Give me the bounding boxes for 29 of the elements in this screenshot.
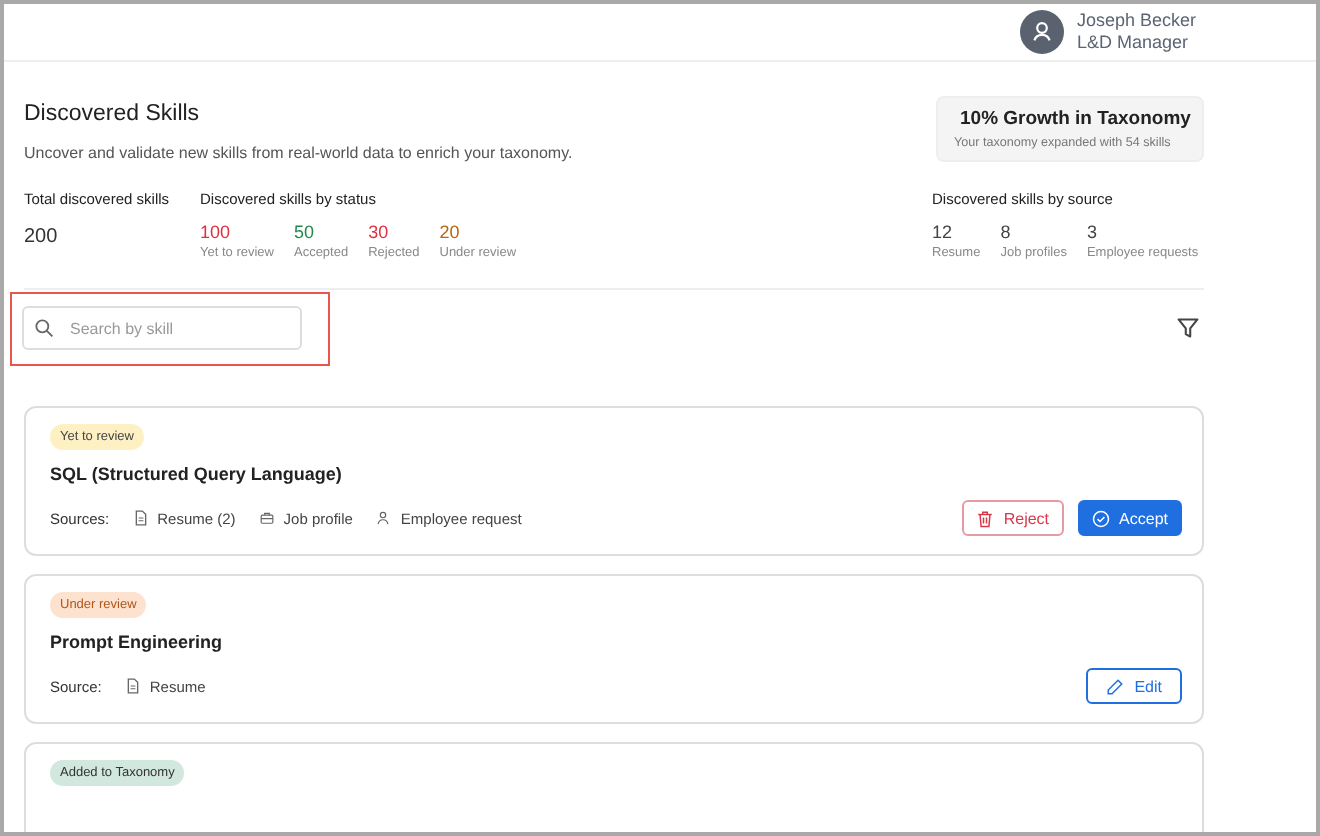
- document-icon: [125, 678, 140, 694]
- document-icon: [133, 510, 148, 526]
- search-icon: [34, 318, 54, 338]
- edit-button[interactable]: Edit: [1086, 668, 1182, 704]
- pencil-icon: [1106, 677, 1125, 695]
- trash-icon: [975, 509, 994, 527]
- skill-title: SQL (Structured Query Language): [50, 464, 342, 484]
- status-count: 20: [439, 222, 462, 242]
- accept-button[interactable]: Accept: [1077, 500, 1182, 536]
- check-circle-icon: [1091, 509, 1110, 527]
- source-count: 8: [1000, 222, 1013, 242]
- avatar-icon[interactable]: [1020, 10, 1065, 54]
- page-title: Discovered Skills: [24, 102, 202, 126]
- skill-title: Prompt Engineering: [50, 632, 223, 652]
- user-role: L&D Manager: [1076, 32, 1190, 54]
- reject-button[interactable]: Reject: [961, 500, 1064, 536]
- growth-title: 10% Growth in Taxonomy: [960, 108, 1191, 130]
- status-count: 30: [368, 222, 391, 242]
- search-field[interactable]: Search by skill: [22, 306, 302, 350]
- page-subtitle: Uncover and validate new skills from real-world data to enrich your taxonomy.: [24, 144, 573, 162]
- person-icon: [376, 510, 391, 526]
- source-count: 12: [932, 222, 955, 242]
- status-count: 50: [293, 222, 316, 242]
- total-value: 200: [24, 226, 60, 248]
- user-name: Joseph Becker: [1076, 10, 1196, 32]
- briefcase-icon: [259, 510, 274, 526]
- status-count: 100: [200, 222, 233, 242]
- source-count: 3: [1086, 222, 1099, 242]
- filter-icon[interactable]: [1176, 316, 1200, 340]
